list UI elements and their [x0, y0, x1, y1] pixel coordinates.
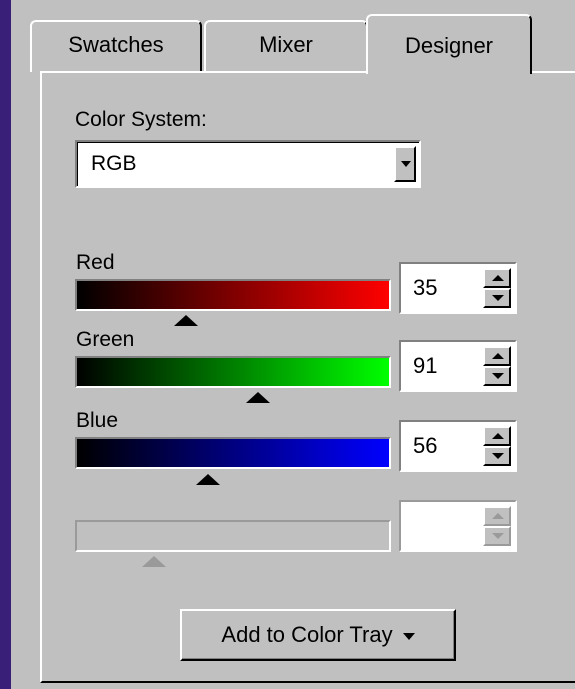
- spin-up-icon[interactable]: [483, 346, 511, 366]
- blue-label: Blue: [76, 409, 119, 432]
- spin-down-icon[interactable]: [483, 446, 511, 466]
- chevron-down-icon[interactable]: [394, 146, 416, 182]
- tab-label: Designer: [404, 33, 494, 58]
- red-value[interactable]: 35: [413, 275, 437, 301]
- disabled-gradient-slider: [75, 520, 391, 552]
- spin-down-icon[interactable]: [483, 366, 511, 386]
- red-gradient-slider[interactable]: [75, 279, 391, 311]
- green-value-stepper[interactable]: 91: [399, 340, 517, 392]
- chevron-down-icon: [402, 632, 415, 640]
- spin-down-icon[interactable]: [483, 288, 511, 308]
- spin-up-icon[interactable]: [483, 268, 511, 288]
- spin-up-icon: [483, 506, 511, 526]
- color-system-select[interactable]: RGB: [75, 140, 421, 188]
- tab-designer[interactable]: Designer: [366, 14, 532, 74]
- tab-label: Mixer: [259, 32, 313, 57]
- blue-slider-thumb[interactable]: [195, 474, 220, 485]
- color-system-value: RGB: [91, 152, 137, 175]
- tab-mixer[interactable]: Mixer: [204, 20, 368, 72]
- green-slider-thumb[interactable]: [246, 392, 271, 403]
- red-value-stepper[interactable]: 35: [399, 262, 517, 314]
- blue-value[interactable]: 56: [413, 433, 437, 459]
- red-slider-thumb[interactable]: [173, 315, 198, 326]
- red-label: Red: [76, 251, 115, 274]
- green-gradient-slider[interactable]: [75, 356, 391, 388]
- color-system-label: Color System:: [75, 108, 207, 131]
- blue-value-stepper[interactable]: 56: [399, 420, 517, 472]
- disabled-slider-thumb: [142, 556, 166, 567]
- spin-down-icon: [483, 526, 511, 546]
- add-to-color-tray-label: Add to Color Tray: [221, 622, 393, 647]
- green-label: Green: [76, 328, 135, 351]
- add-to-color-tray-button[interactable]: Add to Color Tray: [180, 609, 456, 661]
- disabled-value-stepper: [399, 500, 517, 552]
- blue-gradient-slider[interactable]: [75, 437, 391, 469]
- tab-swatches[interactable]: Swatches: [30, 20, 202, 72]
- green-value[interactable]: 91: [413, 353, 437, 379]
- tab-label: Swatches: [68, 32, 164, 57]
- spin-up-icon[interactable]: [483, 426, 511, 446]
